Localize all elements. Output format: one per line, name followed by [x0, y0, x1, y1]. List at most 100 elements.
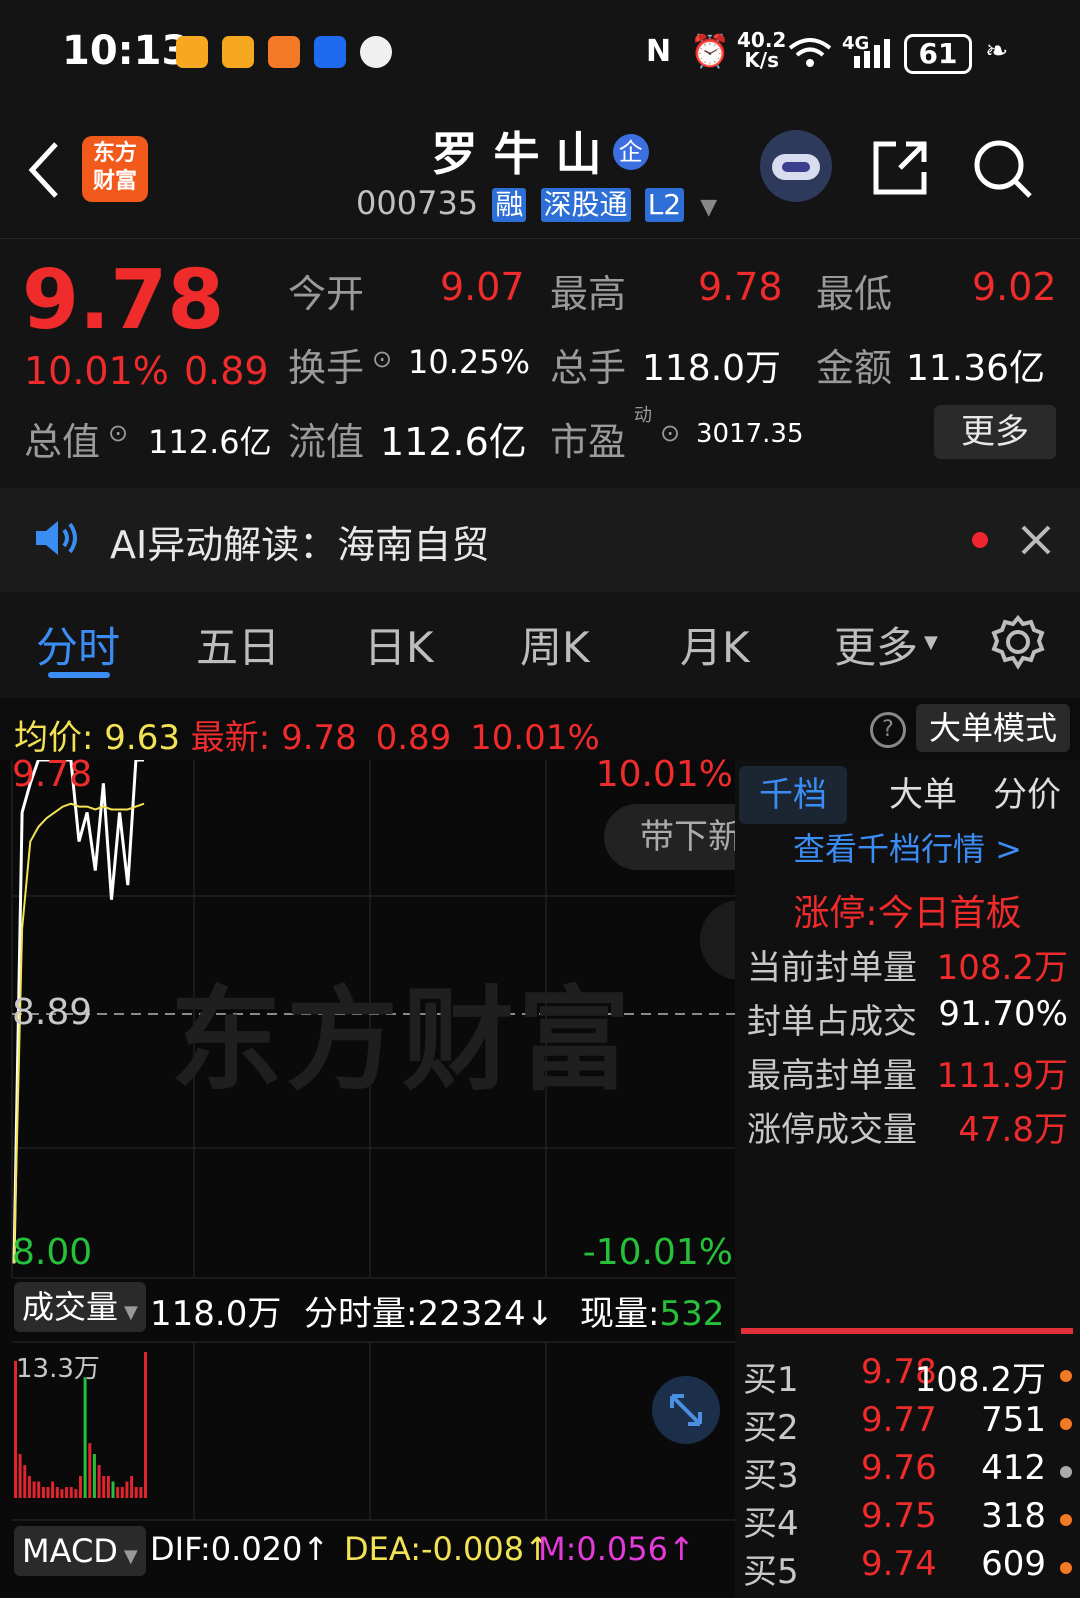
- chg-value: 0.89: [375, 718, 452, 758]
- float-label: 流值: [288, 420, 365, 464]
- mktcap-info-icon[interactable]: ⊙: [108, 419, 128, 447]
- limit-up-value: 今日首板: [877, 893, 1022, 934]
- expand-chart-button[interactable]: [652, 1376, 720, 1444]
- bid-label: 买1: [743, 1360, 799, 1400]
- tab-weekly-k[interactable]: 周K: [520, 614, 590, 675]
- connect-tag: 深股通: [540, 188, 631, 222]
- turnover-info-icon[interactable]: ⊙: [372, 345, 392, 373]
- low-value: 9.02: [972, 265, 1057, 309]
- y-axis-bottom: 8.00: [12, 1232, 93, 1273]
- l2-tag: L2: [644, 188, 685, 222]
- big-order-mode-button[interactable]: 大单模式: [916, 704, 1070, 752]
- price-gridlines: [11, 760, 735, 1521]
- limit-up-label: 涨停:: [793, 893, 878, 934]
- volume-bar: [65, 1487, 69, 1498]
- active-tab-indicator: [48, 672, 110, 678]
- stock-code-row[interactable]: 000735 融 深股通 L2 ▼: [356, 184, 717, 222]
- bid-divider: [741, 1328, 1073, 1334]
- battery-icon: 61: [904, 34, 972, 74]
- gear-icon[interactable]: [990, 614, 1046, 670]
- bid-dot: [1060, 1370, 1072, 1382]
- chart-header: 均价: 9.63 最新: 9.78 0.89 10.01% ? 大单模式: [0, 698, 1080, 760]
- search-icon[interactable]: [972, 138, 1034, 200]
- robot-assistant-icon[interactable]: [760, 130, 832, 202]
- bid-price: 9.76: [861, 1448, 937, 1488]
- volume-indicator-select[interactable]: 成交量 ▼: [14, 1282, 146, 1332]
- bid-price: 9.75: [861, 1496, 937, 1536]
- bid-dot: [1060, 1466, 1072, 1478]
- more-button[interactable]: 更多: [934, 405, 1056, 459]
- volume-bar: [92, 1454, 96, 1498]
- status-bar: 10:13 N ⏰ 40.2 K/s 4G 61 ❧: [0, 0, 1080, 100]
- chg-pct-value: 10.01%: [470, 718, 600, 758]
- pct-axis-bottom: -10.01%: [582, 1232, 733, 1273]
- low-label: 最低: [816, 272, 893, 316]
- last-label: 最新:: [190, 718, 271, 758]
- volume-bar: [120, 1487, 124, 1498]
- current-volume-label: 现量:: [580, 1294, 660, 1334]
- quote-panel: 9.78 10.01% 0.89 今开 9.07 最高 9.78 最低 9.02…: [0, 238, 1080, 487]
- volume-bar: [32, 1481, 36, 1498]
- dropdown-icon[interactable]: ▼: [700, 195, 717, 220]
- bulb-app-icon: [314, 36, 346, 68]
- enterprise-badge: 企: [612, 134, 649, 170]
- watermark: 东方财富: [170, 976, 634, 1106]
- bid-volume: 609: [981, 1544, 1046, 1584]
- open-value: 9.07: [440, 265, 525, 309]
- clock: 10:13: [62, 28, 190, 74]
- caret-down-icon: ▼: [924, 632, 938, 653]
- alarm-icon: ⏰: [690, 32, 730, 70]
- tab-more[interactable]: 更多: [834, 614, 918, 675]
- volume-bar: [125, 1481, 129, 1498]
- help-icon[interactable]: ?: [870, 712, 906, 748]
- volume-bar: [111, 1481, 115, 1498]
- volume-bar: [144, 1352, 147, 1498]
- tab-monthly-k[interactable]: 月K: [680, 614, 750, 675]
- tab-five-day[interactable]: 五日: [196, 614, 280, 675]
- amount-label: 金额: [816, 346, 893, 390]
- volume-bar: [97, 1465, 101, 1498]
- volume-bar: [130, 1476, 134, 1498]
- volume-bar: [106, 1476, 110, 1498]
- tab-intraday[interactable]: 分时: [36, 614, 120, 675]
- net-speed: 40.2 K/s: [737, 30, 786, 70]
- pct-axis-top: 10.01%: [595, 754, 733, 795]
- tab-thousand-levels[interactable]: 千档: [739, 766, 847, 824]
- back-icon[interactable]: [26, 140, 62, 200]
- macd-dea: DEA:-0.008↑: [344, 1530, 551, 1568]
- avg-label: 均价:: [14, 718, 94, 758]
- seal-stat-label: 当前封单量: [747, 948, 917, 988]
- ai-insight-bar[interactable]: AI异动解读：海南自贸: [0, 488, 1080, 592]
- ai-insight-text: AI异动解读：海南自贸: [110, 523, 490, 567]
- intraday-chart-area[interactable]: 东方财富 9.78 8.89 8.00 10.01% -10.01% 带下新 成…: [0, 754, 780, 1598]
- unread-dot: [972, 532, 988, 548]
- seal-stat-value: 47.8万: [958, 1110, 1068, 1150]
- volume-value: 118.0万: [642, 348, 782, 389]
- margin-tag: 融: [492, 188, 527, 222]
- seal-stat-value: 111.9万: [936, 1056, 1068, 1096]
- pe-label: 市盈: [550, 420, 627, 464]
- app-logo[interactable]: 东方 财富: [82, 136, 148, 202]
- volume-bar: [51, 1481, 55, 1498]
- tab-daily-k[interactable]: 日K: [364, 614, 434, 675]
- pe-info-icon[interactable]: ⊙: [660, 419, 680, 447]
- float-value: 112.6亿: [380, 420, 527, 464]
- bid-label: 买3: [743, 1456, 799, 1496]
- chart-canvas: [11, 760, 735, 1521]
- volume-bar: [18, 1454, 22, 1498]
- current-volume: 现量:532: [580, 1286, 724, 1335]
- view-levels-link[interactable]: 查看千档行情 >: [735, 824, 1080, 870]
- minute-volume: 分时量:22324↓: [304, 1294, 555, 1334]
- macd-indicator-select[interactable]: MACD ▼: [14, 1526, 146, 1576]
- last-value: 9.78: [281, 718, 357, 758]
- tab-price-distribution[interactable]: 分价: [977, 766, 1077, 824]
- macd-label: MACD: [22, 1532, 118, 1570]
- close-icon[interactable]: [1020, 524, 1052, 556]
- y-axis-top: 9.78: [12, 754, 93, 795]
- share-icon[interactable]: [870, 138, 930, 198]
- seal-stat-value: 91.70%: [938, 994, 1068, 1034]
- bid-price: 9.77: [861, 1400, 937, 1440]
- open-label: 今开: [288, 272, 365, 316]
- tab-big-orders[interactable]: 大单: [873, 766, 973, 824]
- app-icon: [360, 36, 392, 68]
